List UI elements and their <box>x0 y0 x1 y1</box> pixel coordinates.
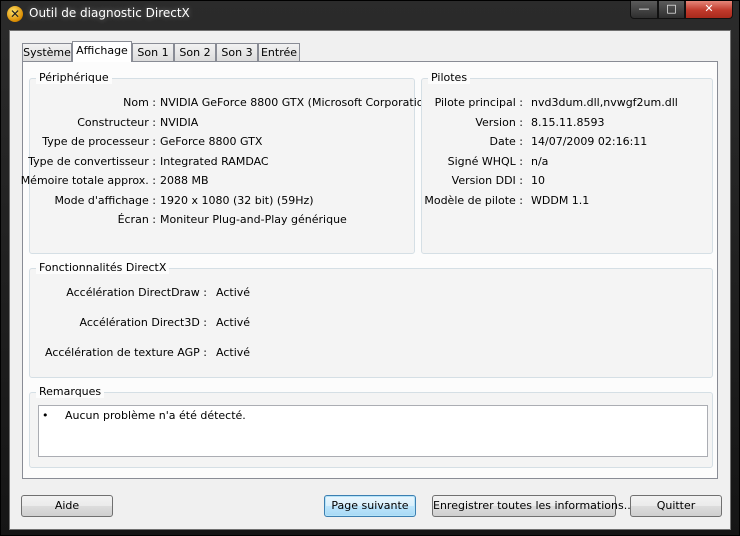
row-value: 8.15.11.8593 <box>531 116 605 129</box>
tab-systeme[interactable]: Système <box>22 43 72 61</box>
close-button[interactable]: ✕ <box>685 1 733 19</box>
info-row: Nom : NVIDIA GeForce 8800 GTX (Microsoft… <box>30 96 430 110</box>
row-label: Type de processeur : <box>42 135 156 148</box>
directx-diagnostic-window: ✕ Outil de diagnostic DirectX — □ ✕ Syst… <box>0 0 740 536</box>
row-value: 10 <box>531 174 545 187</box>
peripheral-group: Périphérique Nom : NVIDIA GeForce 8800 G… <box>21 71 430 254</box>
info-row: Date : 14/07/2009 02:16:11 <box>422 135 708 149</box>
client-area: Système Affichage Son 1 Son 2 Son 3 Entr… <box>9 30 731 530</box>
title-bar[interactable]: ✕ Outil de diagnostic DirectX — □ ✕ <box>1 1 739 29</box>
row-value: NVIDIA GeForce 8800 GTX (Microsoft Corpo… <box>160 96 431 109</box>
feature-label: Accélération Direct3D : <box>79 316 207 329</box>
next-page-button[interactable]: Page suivante <box>324 495 416 517</box>
info-row: Constructeur : NVIDIA <box>30 116 410 130</box>
tab-son-1[interactable]: Son 1 <box>132 43 174 61</box>
row-label: Date : <box>489 135 524 148</box>
features-group-title: Fonctionnalités DirectX <box>36 261 170 274</box>
directx-app-icon: ✕ <box>7 6 23 22</box>
row-label: Signé WHQL : <box>447 155 523 168</box>
drivers-group: Pilotes Pilote principal : nvd3dum.dll,n… <box>421 71 713 254</box>
info-row: Version DDI : 10 <box>422 174 708 188</box>
feature-row: Accélération de texture AGP : Activé <box>30 346 430 360</box>
tab-affichage[interactable]: Affichage <box>72 41 132 62</box>
row-value: Integrated RAMDAC <box>160 155 269 168</box>
row-value: GeForce 8800 GTX <box>160 135 263 148</box>
tab-entree[interactable]: Entrée <box>258 43 300 61</box>
row-label: Constructeur : <box>77 116 156 129</box>
notes-group: Remarques • Aucun problème n'a été détec… <box>29 385 713 468</box>
window-title: Outil de diagnostic DirectX <box>29 6 190 20</box>
info-row: Modèle de pilote : WDDM 1.1 <box>422 194 708 208</box>
info-row: Pilote principal : nvd3dum.dll,nvwgf2um.… <box>422 96 708 110</box>
info-row: Écran : Moniteur Plug-and-Play générique <box>30 213 410 227</box>
peripheral-group-title: Périphérique <box>36 71 112 84</box>
bullet-icon: • <box>42 409 49 422</box>
row-label: Mémoire totale approx. : <box>20 174 156 187</box>
feature-value: Activé <box>216 316 251 329</box>
minimize-button[interactable]: — <box>630 1 658 19</box>
help-button[interactable]: Aide <box>21 495 113 517</box>
row-label: Version : <box>475 116 523 129</box>
feature-value: Activé <box>216 346 251 359</box>
row-label: Nom : <box>123 96 156 109</box>
note-item: Aucun problème n'a été détecté. <box>65 409 246 422</box>
feature-row: Accélération DirectDraw : Activé <box>30 286 430 300</box>
row-value: nvd3dum.dll,nvwgf2um.dll <box>531 96 678 109</box>
affichage-tab-panel: Périphérique Nom : NVIDIA GeForce 8800 G… <box>21 61 718 479</box>
row-value: NVIDIA <box>160 116 199 129</box>
row-value: 14/07/2009 02:16:11 <box>531 135 648 148</box>
tab-son-3[interactable]: Son 3 <box>216 43 258 61</box>
row-label: Type de convertisseur : <box>28 155 156 168</box>
row-value: Moniteur Plug-and-Play générique <box>160 213 347 226</box>
drivers-group-title: Pilotes <box>428 71 471 84</box>
directx-features-group: Fonctionnalités DirectX Accélération Dir… <box>29 261 713 378</box>
save-all-info-button[interactable]: Enregistrer toutes les informations... <box>432 495 634 517</box>
row-value: WDDM 1.1 <box>531 194 590 207</box>
row-value: n/a <box>531 155 549 168</box>
info-row: Mémoire totale approx. : 2088 MB <box>21 174 410 188</box>
feature-value: Activé <box>216 286 251 299</box>
feature-row: Accélération Direct3D : Activé <box>30 316 430 330</box>
info-row: Type de processeur : GeForce 8800 GTX <box>30 135 410 149</box>
row-value: 1920 x 1080 (32 bit) (59Hz) <box>160 194 314 207</box>
row-label: Mode d'affichage : <box>54 194 156 207</box>
notes-group-title: Remarques <box>36 385 105 398</box>
quit-button[interactable]: Quitter <box>630 495 722 517</box>
feature-label: Accélération DirectDraw : <box>66 286 207 299</box>
row-label: Pilote principal : <box>434 96 523 109</box>
row-label: Écran : <box>117 213 156 226</box>
maximize-button[interactable]: □ <box>658 1 685 19</box>
info-row: Signé WHQL : n/a <box>422 155 708 169</box>
info-row: Mode d'affichage : 1920 x 1080 (32 bit) … <box>30 194 410 208</box>
row-label: Modèle de pilote : <box>424 194 523 207</box>
row-value: 2088 MB <box>160 174 209 187</box>
info-row: Type de convertisseur : Integrated RAMDA… <box>28 155 410 169</box>
notes-textbox[interactable]: • Aucun problème n'a été détecté. <box>38 405 708 457</box>
feature-label: Accélération de texture AGP : <box>44 346 207 359</box>
tab-son-2[interactable]: Son 2 <box>174 43 216 61</box>
info-row: Version : 8.15.11.8593 <box>422 116 708 130</box>
row-label: Version DDI : <box>451 174 523 187</box>
